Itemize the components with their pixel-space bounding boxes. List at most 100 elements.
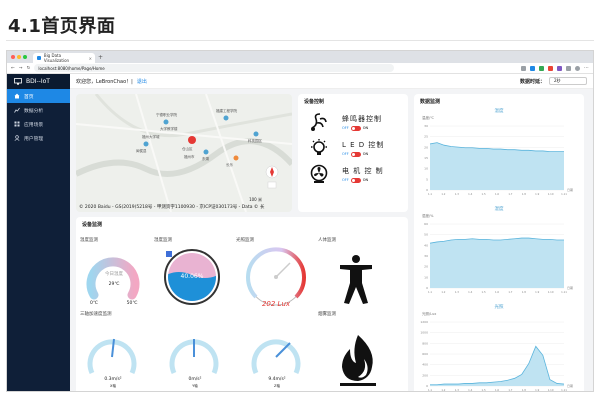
control-title: 设备控制 xyxy=(304,99,325,105)
zoom-controls[interactable] xyxy=(267,181,277,189)
device-name: L E D 控制 xyxy=(342,140,385,149)
accel-x-axis: X轴 xyxy=(110,384,116,388)
y-tick-label: 50 xyxy=(424,233,428,237)
browser-tab[interactable]: Big Data Visualization × xyxy=(33,53,95,63)
y-tick-label: 15 xyxy=(424,156,428,160)
logout-link[interactable]: 退出 xyxy=(137,78,147,85)
y-tick-label: 600 xyxy=(422,352,428,356)
map-copyright: © 2020 Baidu - GS(2019)5218号 - 甲测资字11009… xyxy=(79,205,265,210)
map-canvas[interactable]: 宁德职业学院 福建工程学院 大学教学楼 仓山区 福州市 闽侯县 科技园区 长乐 … xyxy=(76,94,292,212)
accel-gauges xyxy=(87,338,301,375)
switch-off-label: OFF xyxy=(342,178,349,182)
refresh-value: 2秒 xyxy=(554,78,561,83)
humidity-value: 40.06% xyxy=(180,273,204,280)
y-tick-label: 0 xyxy=(426,188,428,192)
reload-icon[interactable]: ↻ xyxy=(27,66,31,71)
extension-icon[interactable] xyxy=(548,65,553,71)
sidebar-item-home[interactable]: 首页 xyxy=(7,89,70,103)
sidebar-item-scenes[interactable]: 应用场景 xyxy=(7,117,70,131)
extension-icon[interactable] xyxy=(566,65,571,71)
device-control-card: 设备控制 蜂鸣器控制 OFF ON L E D 控制 OFF ON 电 机 控 … xyxy=(298,94,408,212)
toggle-switch[interactable] xyxy=(350,151,361,157)
accel-y-value: 0m/s² xyxy=(188,377,202,382)
x-tick-label: 1.1 xyxy=(428,290,432,294)
refresh-label: 数据时延： xyxy=(519,78,545,85)
map-card[interactable]: 宁德职业学院 福建工程学院 大学教学楼 仓山区 福州市 闽侯县 科技园区 长乐 … xyxy=(76,94,292,212)
area-chart: 30 25 20 15 10 5 01.1 1.2 1.3 1.4 1.5 1.6 1.7 1.8 1.9 1… xyxy=(424,124,573,196)
x-tick-label: 1.2 xyxy=(441,290,445,294)
sidebar-item-analysis[interactable]: 数据分析 xyxy=(7,103,70,117)
chart-icon xyxy=(14,107,20,113)
x-tick-label: 1.1 xyxy=(428,192,432,196)
extension-icon[interactable] xyxy=(557,65,562,71)
area-chart: 1200 1000 800 600 400 200 01.1 1.2 1.3 1.4 1.5 1.6 1… xyxy=(420,320,573,392)
chart-title: 温度 xyxy=(494,109,504,114)
led-switch[interactable]: OFF ON xyxy=(342,151,384,157)
menu-icon[interactable]: ⋯ xyxy=(584,65,589,71)
extension-icon[interactable] xyxy=(539,65,544,71)
temperature-gauge xyxy=(86,257,140,300)
maximize-window-icon[interactable] xyxy=(23,55,27,59)
sidebar-item-users[interactable]: 用户管理 xyxy=(7,131,70,145)
extension-icon[interactable] xyxy=(521,65,526,71)
x-tick-label: 1.5 xyxy=(482,388,486,392)
profile-icon[interactable] xyxy=(575,65,580,71)
location-pin-icon[interactable] xyxy=(188,136,196,144)
x-tick-label: 1.9 xyxy=(535,290,539,294)
motor-control: 电 机 控 制 OFF ON xyxy=(298,161,408,187)
refresh-setting: 数据时延： 2秒 xyxy=(520,77,587,85)
top-bar: 欢迎您，LeBronChao！| 退出 数据时延： 2秒 xyxy=(70,74,593,89)
light-value: 202 Lux xyxy=(261,300,291,308)
temperature-center: 今日温度 xyxy=(105,272,123,277)
x-tick-label: 1.7 xyxy=(508,192,512,196)
data-monitor-card: 数据监测 温度 温度/℃ 30 25 20 15 10 5 0 1.1 1.2 1.3 1.4 1.5 1.… xyxy=(414,94,584,392)
map-label: 福州大学城 xyxy=(142,134,160,139)
compass-icon[interactable] xyxy=(265,165,279,179)
y-tick-label: 200 xyxy=(422,373,428,377)
device-monitor-card: 设备监测 温度监测 湿度监测 光照监测 人体监测 三轴加速度监测 烟雾监测 今日… xyxy=(76,217,408,391)
monitor-icon xyxy=(14,78,22,85)
buzzer-control: 蜂鸣器控制 OFF ON xyxy=(298,109,408,135)
bulb-icon xyxy=(311,139,327,155)
sidebar-item-label: 首页 xyxy=(24,94,34,100)
device-name: 蜂鸣器控制 xyxy=(342,114,382,123)
map-label: 福建工程学院 xyxy=(216,108,237,113)
temperature-min: 0℃ xyxy=(90,301,98,306)
minimize-window-icon[interactable] xyxy=(17,55,21,59)
led-control: L E D 控制 OFF ON xyxy=(298,135,408,161)
toggle-switch[interactable] xyxy=(350,125,361,131)
series-area xyxy=(430,346,564,386)
y-tick-label: 20 xyxy=(424,145,428,149)
close-window-icon[interactable] xyxy=(11,55,15,59)
tab-title: Big Data Visualization xyxy=(43,53,70,63)
y-tick-label: 10 xyxy=(424,275,428,279)
map-label: 仓山区 xyxy=(182,146,193,151)
buzzer-switch[interactable]: OFF ON xyxy=(342,125,382,131)
user-icon xyxy=(14,135,20,141)
switch-on-label: ON xyxy=(362,152,369,156)
back-icon[interactable]: ← xyxy=(11,66,15,71)
refresh-select[interactable]: 2秒 xyxy=(549,77,587,85)
x-tick-label: 1.3 xyxy=(455,388,459,392)
tab-close-icon[interactable]: × xyxy=(89,56,92,61)
y-tick-label: 0 xyxy=(426,286,428,290)
y-tick-label: 30 xyxy=(424,124,428,128)
x-tick-label: 1.9 xyxy=(535,388,539,392)
x-tick-label: 1.1 xyxy=(428,388,432,392)
extension-icon[interactable] xyxy=(530,65,535,71)
map-label: 大学教学楼 xyxy=(160,126,178,131)
map-label: 东湖 xyxy=(202,156,209,161)
map-label: 科技园区 xyxy=(248,138,262,143)
new-tab-button[interactable]: + xyxy=(98,53,103,63)
y-tick-label: 40 xyxy=(424,243,428,247)
x-tick-label: 1.6 xyxy=(495,290,499,294)
toggle-switch[interactable] xyxy=(350,177,361,183)
x-tick-label: 1.8 xyxy=(522,388,526,392)
map-label: 福州市 xyxy=(184,154,195,159)
address-bar[interactable]: localhost:8080/home/Page/Home xyxy=(34,64,395,72)
x-tick-label: 1.8 xyxy=(522,192,526,196)
x-tick-label: 1.4 xyxy=(468,192,472,196)
y-tick-label: 400 xyxy=(422,363,428,367)
motor-switch[interactable]: OFF ON xyxy=(342,177,384,183)
forward-icon[interactable]: → xyxy=(19,66,23,71)
